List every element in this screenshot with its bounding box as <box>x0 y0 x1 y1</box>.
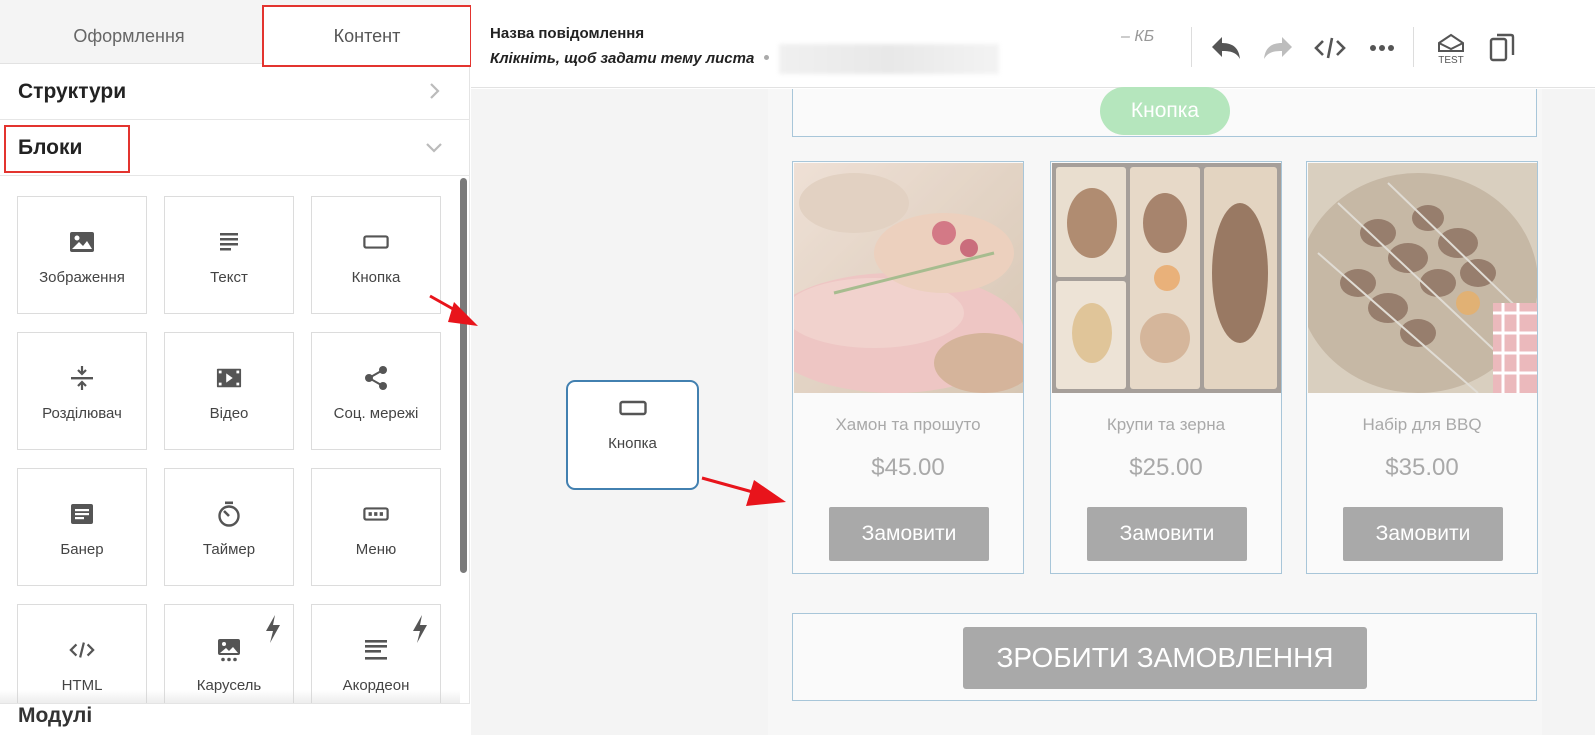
test-label: TEST <box>1438 55 1464 65</box>
dragged-button-block[interactable]: Кнопка <box>566 380 699 490</box>
email-top-button[interactable]: Кнопка <box>1100 87 1230 135</box>
test-send-icon[interactable]: TEST <box>1431 30 1471 66</box>
button-block[interactable]: Кнопка <box>792 87 1537 137</box>
product-card[interactable]: Хамон та прошуто $45.00 Замовити <box>792 161 1024 574</box>
block-banner[interactable]: Банер <box>17 468 147 586</box>
separator-dot <box>764 55 769 60</box>
block-video[interactable]: Відео <box>164 332 294 450</box>
left-panel: Оформлення Контент Структури Блоки Зобра… <box>0 0 472 735</box>
image-icon <box>69 229 95 255</box>
undo-icon[interactable] <box>1208 30 1244 66</box>
chevron-down-icon <box>426 143 442 153</box>
redo-icon[interactable] <box>1260 30 1296 66</box>
section-modules[interactable]: Модулі <box>0 703 470 735</box>
code-view-icon[interactable] <box>1312 30 1348 66</box>
blocks-grid: Зображення Текст Кнопка Розділювач Відео <box>0 178 460 718</box>
amp-bolt-icon <box>413 615 427 643</box>
block-label: Меню <box>355 541 397 558</box>
more-icon[interactable] <box>1364 30 1400 66</box>
divider-icon <box>69 365 95 391</box>
divider <box>1413 27 1414 67</box>
editor-header: Назва повідомлення Клікніть, щоб задати … <box>471 0 1595 88</box>
subject-field[interactable]: Клікніть, щоб задати тему листа <box>490 50 754 67</box>
divider <box>1191 27 1192 67</box>
red-arrow-icon <box>429 294 478 326</box>
product-price: $25.00 <box>1129 454 1203 481</box>
timer-icon <box>216 501 242 527</box>
preheader-blurred[interactable] <box>779 44 999 74</box>
carousel-icon <box>216 637 242 663</box>
tab-content[interactable]: Контент <box>262 5 472 67</box>
video-icon <box>216 365 242 391</box>
message-name[interactable]: Назва повідомлення <box>490 25 644 42</box>
email-body: Кнопка Хамон та прошуто $45.00 Замовити … <box>768 87 1542 735</box>
order-button[interactable]: Замовити <box>1343 507 1503 561</box>
block-timer[interactable]: Таймер <box>164 468 294 586</box>
block-label: Соц. мережі <box>333 405 419 422</box>
block-label: Банер <box>60 541 104 558</box>
code-icon <box>69 637 95 663</box>
block-social[interactable]: Соц. мережі <box>311 332 441 450</box>
dragged-block-label: Кнопка <box>608 435 657 452</box>
order-button[interactable]: Замовити <box>1087 507 1247 561</box>
section-structures-label: Структури <box>18 79 127 103</box>
accordion-icon <box>363 637 389 663</box>
block-label: Відео <box>209 405 249 422</box>
panel-tabs: Оформлення Контент <box>0 0 472 67</box>
button-icon <box>363 229 389 255</box>
product-image-jamon <box>794 163 1023 393</box>
button-icon <box>618 400 647 421</box>
blocks-highlight-box <box>4 125 130 173</box>
blocks-scrollbar[interactable] <box>460 178 467 573</box>
product-title: Крупи та зерна <box>1106 415 1226 434</box>
product-title: Хамон та прошуто <box>835 415 981 434</box>
copy-icon[interactable] <box>1484 30 1520 66</box>
share-icon <box>363 365 389 391</box>
product-card[interactable]: Крупи та зерна $25.00 Замовити <box>1050 161 1282 574</box>
red-arrow-icon <box>701 476 786 506</box>
section-structures[interactable]: Структури <box>0 64 470 120</box>
email-editor: Оформлення Контент Структури Блоки Зобра… <box>0 0 1595 735</box>
cta-button[interactable]: ЗРОБИТИ ЗАМОВЛЕННЯ <box>963 627 1367 689</box>
tab-design[interactable]: Оформлення <box>0 6 258 66</box>
amp-bolt-icon <box>266 615 280 643</box>
block-label: Зображення <box>39 269 125 286</box>
product-image-grains <box>1052 163 1281 393</box>
text-icon <box>216 229 242 255</box>
chevron-right-icon <box>430 83 440 99</box>
block-text[interactable]: Текст <box>164 196 294 314</box>
block-image[interactable]: Зображення <box>17 196 147 314</box>
block-label: Кнопка <box>351 269 401 286</box>
block-button[interactable]: Кнопка <box>311 196 441 314</box>
block-label: Таймер <box>202 541 256 558</box>
block-label: Текст <box>210 269 248 286</box>
block-divider[interactable]: Розділювач <box>17 332 147 450</box>
menu-icon <box>363 501 389 527</box>
product-title: Набір для BBQ <box>1362 415 1482 434</box>
block-menu[interactable]: Меню <box>311 468 441 586</box>
order-button[interactable]: Замовити <box>829 507 989 561</box>
message-size: – КБ <box>1121 28 1155 45</box>
product-price: $45.00 <box>871 454 945 481</box>
product-image-bbq <box>1308 163 1537 393</box>
product-card[interactable]: Набір для BBQ $35.00 Замовити <box>1306 161 1538 574</box>
banner-icon <box>69 501 95 527</box>
product-price: $35.00 <box>1385 454 1459 481</box>
block-label: Розділювач <box>42 405 122 422</box>
cta-block[interactable]: ЗРОБИТИ ЗАМОВЛЕННЯ <box>792 613 1537 701</box>
